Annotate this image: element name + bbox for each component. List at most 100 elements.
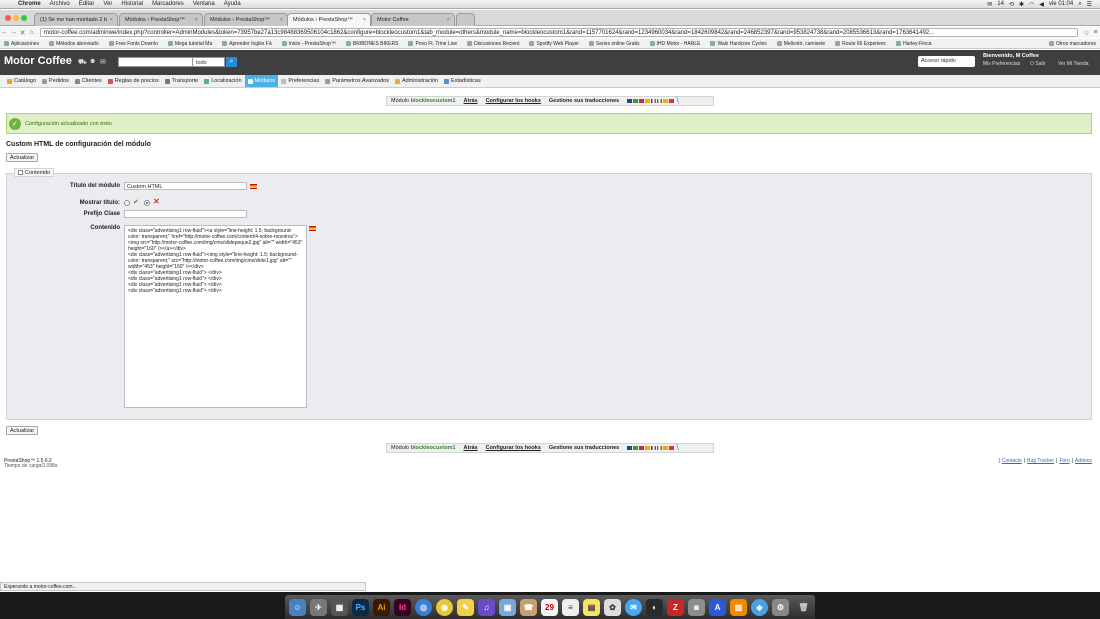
illustrator-icon[interactable]: Ai <box>373 599 390 616</box>
bookmark-item[interactable]: Free Fonts Downlo <box>108 41 158 47</box>
my-preferences-link[interactable]: Mis Preferencias <box>983 61 1020 67</box>
system-icon[interactable]: ◈ <box>751 599 768 616</box>
back-link[interactable]: Atrás <box>464 98 478 104</box>
system-preferences-icon[interactable]: ⚙ <box>772 599 789 616</box>
flag-it-icon[interactable] <box>657 99 663 103</box>
search-input[interactable] <box>118 57 193 67</box>
bluetooth-icon[interactable]: ✱ <box>1019 1 1024 8</box>
view-shop-link[interactable]: Ver Mi Tienda <box>1058 61 1089 67</box>
bookmark-item[interactable]: Métodos abreviado <box>49 41 99 47</box>
itunes-icon[interactable]: ♫ <box>478 599 495 616</box>
bookmark-item[interactable]: BRIBONES BIKERS <box>345 41 398 47</box>
volume-icon[interactable]: ◀ <box>1039 1 1044 8</box>
flag-es-icon[interactable] <box>309 226 316 231</box>
menu-historial[interactable]: Historial <box>121 1 143 7</box>
close-icon[interactable]: × <box>280 17 283 23</box>
menu-ventana[interactable]: Ventana <box>193 1 215 7</box>
close-icon[interactable]: × <box>447 17 450 23</box>
bookmark-item[interactable]: Route 66 Experienc <box>835 41 886 47</box>
wifi-icon[interactable]: ◠ <box>1029 1 1034 8</box>
flag-br-icon[interactable] <box>633 99 639 103</box>
app-store-icon[interactable]: A <box>709 599 726 616</box>
bookmark-item[interactable]: Aprender Inglés Fá <box>222 41 272 47</box>
footer-link-forum[interactable]: Foro <box>1059 458 1069 464</box>
flag-uk-icon[interactable] <box>627 446 633 450</box>
ibooks-icon[interactable]: ▥ <box>730 599 747 616</box>
filezilla-icon[interactable]: Z <box>667 599 684 616</box>
flag-ca-icon[interactable] <box>663 446 669 450</box>
cart-icon[interactable]: ⛟ <box>78 58 87 66</box>
menu-catalog[interactable]: Catálogo <box>4 75 39 87</box>
list-icon[interactable]: ☰ <box>1087 1 1092 8</box>
bookmark-item[interactable]: Povo Ft. Trine Lise <box>408 41 457 47</box>
back-icon[interactable]: ← <box>0 29 9 36</box>
browser-tab[interactable]: Motor Coffee × <box>371 13 455 26</box>
photos-icon[interactable]: ✿ <box>604 599 621 616</box>
search-icon[interactable]: ⌕ <box>1078 1 1081 8</box>
search-scope-select[interactable]: todo <box>192 57 225 67</box>
other-bookmarks[interactable]: Otros marcadores <box>1048 41 1096 47</box>
calendar-icon[interactable]: 29 <box>541 599 558 616</box>
sync-icon[interactable]: ⟲ <box>1009 1 1014 8</box>
sketch-icon[interactable]: ✎ <box>457 599 474 616</box>
url-input[interactable]: motor-coffee.com/adminwe/index.php?contr… <box>40 28 1078 37</box>
photoshop-icon[interactable]: Ps <box>352 599 369 616</box>
menu-price-rules[interactable]: Reglas de precios <box>105 75 162 87</box>
clock[interactable]: vie 01:04 <box>1049 1 1073 7</box>
bookmark-item[interactable]: Series online Gratis <box>588 41 640 47</box>
configure-hooks-link[interactable]: Configurar los hooks <box>486 98 541 104</box>
class-prefix-input[interactable] <box>124 210 247 218</box>
browser-tab-active[interactable]: Módulos › PrestaShop™ × <box>287 13 371 26</box>
search-button[interactable]: ⌕ <box>226 57 237 67</box>
menu-marcadores[interactable]: Marcadores <box>152 1 184 7</box>
bookmark-item[interactable]: Walz Hardcore Cycles <box>710 41 767 47</box>
bookmark-item[interactable]: Inicio - PrestaShop™ <box>281 41 336 47</box>
menu-stats[interactable]: Estadísticas <box>441 75 484 87</box>
pencil-icon[interactable]: ╲ <box>675 445 680 451</box>
show-title-yes-radio[interactable] <box>124 200 130 206</box>
browser-tab[interactable]: (1) Se me han montado 2 b × <box>34 13 118 26</box>
footer-link-addons[interactable]: Addons <box>1075 458 1092 464</box>
flag-es-icon[interactable] <box>250 184 257 189</box>
flag-us-icon[interactable] <box>639 446 645 450</box>
preview-icon[interactable]: ▣ <box>499 599 516 616</box>
menu-app-name[interactable]: Chrome <box>18 1 41 7</box>
zoom-window-icon[interactable] <box>21 15 27 21</box>
browser-tab[interactable]: Módulos › PrestaShop™ × <box>204 13 288 26</box>
menu-orders[interactable]: Pedidos <box>39 75 72 87</box>
shop-brand[interactable]: Motor Coffee <box>4 55 72 67</box>
bookmark-item[interactable]: Discusiones Recient <box>467 41 519 47</box>
footer-link-bug-tracker[interactable]: Bug Tracker <box>1027 458 1054 464</box>
close-icon[interactable]: × <box>363 17 366 23</box>
show-title-no-radio[interactable] <box>144 200 150 206</box>
flag-fr-icon[interactable] <box>651 99 657 103</box>
minimize-window-icon[interactable] <box>13 15 19 21</box>
flag-br-icon[interactable] <box>633 446 639 450</box>
module-title-input[interactable]: Custom HTML <box>124 182 247 190</box>
forward-icon[interactable]: → <box>9 29 18 36</box>
menu-administration[interactable]: Administración <box>392 75 441 87</box>
footer-link-contact[interactable]: Contacto <box>1002 458 1022 464</box>
photo-booth-icon[interactable]: ◙ <box>688 599 705 616</box>
stickies-icon[interactable]: ▤ <box>583 599 600 616</box>
menu-ver[interactable]: Ver <box>103 1 112 7</box>
close-window-icon[interactable] <box>5 15 11 21</box>
mission-control-icon[interactable]: ▦ <box>331 599 348 616</box>
message-icon[interactable]: ✉ <box>100 58 108 66</box>
menu-advanced-parameters[interactable]: Parámetros Avanzados <box>322 75 392 87</box>
close-icon[interactable]: × <box>110 17 113 23</box>
configure-hooks-link[interactable]: Configurar los hooks <box>486 445 541 451</box>
bookmark-item[interactable]: Melicotó, camisete <box>776 41 825 47</box>
flag-pt-icon[interactable] <box>669 99 675 103</box>
browser-tab[interactable]: Módulos › PrestaShop™ × <box>119 13 203 26</box>
star-icon[interactable]: ☆ <box>1082 29 1091 37</box>
launchpad-icon[interactable]: ✈ <box>310 599 327 616</box>
logout-link[interactable]: ⏻ Salir <box>1030 61 1045 67</box>
close-icon[interactable]: × <box>195 17 198 23</box>
quick-access-select[interactable]: Acceso rápido <box>918 56 975 67</box>
flag-us-icon[interactable] <box>639 99 645 103</box>
flag-it-icon[interactable] <box>657 446 663 450</box>
indesign-icon[interactable]: Id <box>394 599 411 616</box>
flag-ca-icon[interactable] <box>663 99 669 103</box>
menu-ayuda[interactable]: Ayuda <box>224 1 241 7</box>
